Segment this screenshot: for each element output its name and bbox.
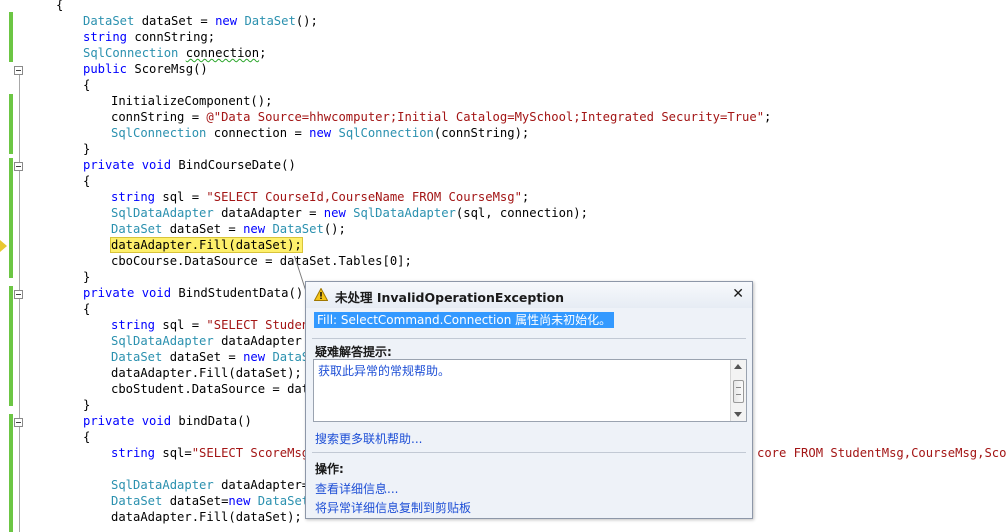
code-line: } [83,270,91,284]
code-line: DataSet dataSet = new DataSet(); [111,222,346,236]
code-line: SqlDataAdapter dataAdapter=n [111,478,317,492]
code-line: dataAdapter.Fill(dataSet); [111,510,302,524]
exception-title: 未处理 InvalidOperationException [335,290,565,305]
code-line: core FROM StudentMsg,CourseMsg,Score [757,446,1006,460]
code-line: dataAdapter.Fill(dataSet); [111,366,302,380]
code-line: } [83,398,91,412]
code-line: } [83,142,91,156]
scroll-thumb[interactable] [733,380,744,403]
code-line: InitializeComponent(); [111,94,273,108]
code-line: { [83,302,91,316]
code-line: public ScoreMsg() [83,62,208,76]
search-online-help-link[interactable]: 搜索更多联机帮助... [315,430,422,447]
code-line: { [83,430,91,444]
collapse-toggle[interactable] [14,66,23,75]
code-line: string connString; [83,30,216,44]
scroll-down-icon[interactable] [734,412,742,417]
collapse-toggle[interactable] [14,290,23,299]
code-line: string sql = "SELECT CourseId,CourseName… [111,190,530,204]
code-line: string sql="SELECT ScoreMsg. [111,446,317,460]
general-help-link[interactable]: 获取此异常的常规帮助。 [318,362,450,379]
change-bar [9,158,13,278]
indicator-margin [0,0,6,532]
code-line: { [56,0,64,12]
close-icon[interactable]: ✕ [732,286,744,302]
code-line: string sql = "SELECT Student [111,318,317,332]
current-statement-arrow-icon [0,240,7,252]
actions-header: 操作: [315,462,344,476]
warning-icon [314,288,328,301]
code-line: SqlDataAdapter dataAdapter = new SqlData… [111,206,588,220]
code-line: cboStudent.DataSource = data [111,382,317,396]
scroll-up-icon[interactable] [734,364,742,369]
code-line: DataSet dataSet = new DataS [111,350,310,364]
code-line: { [83,174,91,188]
code-line: SqlConnection connection; [83,46,267,60]
collapse-toggle[interactable] [14,162,23,171]
code-line: { [83,78,91,92]
exception-assistant-popup: 未处理 InvalidOperationException ✕ Fill: Se… [305,281,753,519]
exception-message[interactable]: Fill: SelectCommand.Connection 属性尚未初始化。 [314,312,615,328]
change-bar [9,12,13,62]
view-detail-link[interactable]: 查看详细信息... [315,480,398,497]
popup-titlebar: 未处理 InvalidOperationException ✕ [306,282,752,308]
code-line: SqlConnection connection = new SqlConnec… [111,126,530,140]
code-line: private void bindData() [83,414,252,428]
code-line: SqlDataAdapter dataAdapter = [111,334,324,348]
divider [312,452,746,453]
code-line: DataSet dataSet=new DataSet [111,494,310,508]
change-bar [9,94,13,154]
troubleshooting-tips-header: 疑难解答提示: [315,345,392,359]
change-bar [9,414,13,532]
code-line: connString = @"Data Source=hhwcomputer;I… [111,110,772,124]
change-bar [9,286,13,406]
code-line: private void BindStudentData() [83,286,304,300]
divider [312,338,746,339]
troubleshooting-tips-list[interactable]: 获取此异常的常规帮助。 [313,359,747,422]
copy-exception-detail-link[interactable]: 将异常详细信息复制到剪贴板 [315,499,471,516]
code-line: cboCourse.DataSource = dataSet.Tables[0]… [111,254,412,268]
tips-scrollbar[interactable] [730,360,746,421]
code-line: DataSet dataSet = new DataSet(); [83,14,318,28]
code-line: private void BindCourseDate() [83,158,296,172]
current-statement-line: dataAdapter.Fill(dataSet); [110,237,303,253]
outlining-line [19,70,20,532]
collapse-toggle[interactable] [14,418,23,427]
